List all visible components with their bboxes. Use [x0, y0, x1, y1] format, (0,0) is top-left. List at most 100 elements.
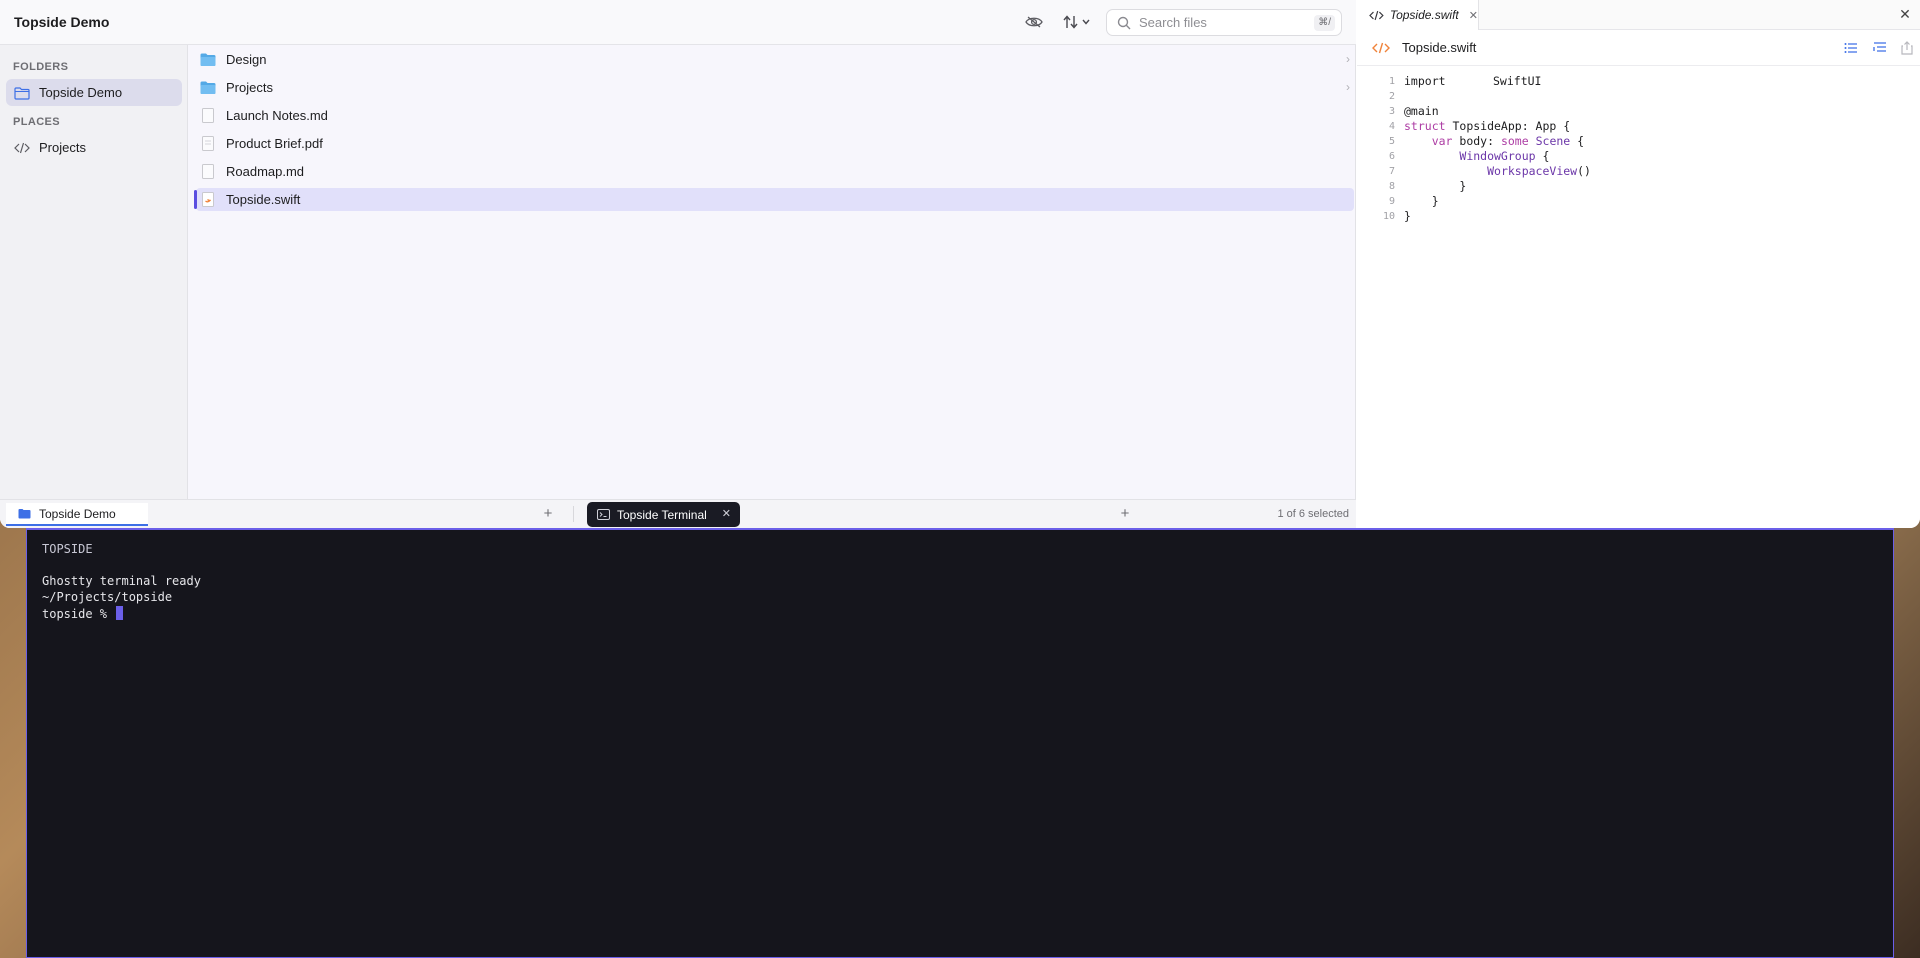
sidebar: FOLDERS Topside Demo PLACES Projects [0, 45, 188, 499]
code-brackets-icon [14, 142, 30, 153]
file-name: Projects [226, 80, 273, 95]
format-icon[interactable] [1872, 40, 1888, 56]
browser-header: Topside Demo ⌘/ [0, 0, 1356, 45]
code-line: 10} [1357, 209, 1920, 224]
file-name: Topside.swift [226, 192, 301, 207]
plus-icon: + [543, 505, 553, 522]
terminal-icon [597, 509, 610, 520]
line-number: 3 [1388, 106, 1395, 117]
code-line: 7 WorkspaceView() [1357, 164, 1920, 179]
browser-footer: Topside Demo + Topside Terminal ✕ + 1 of… [0, 499, 1356, 528]
terminal-heading: TOPSIDE [42, 542, 93, 556]
code-line: 6 WindowGroup { [1357, 149, 1920, 164]
terminal-output-line: Ghostty terminal ready [42, 574, 201, 588]
sort-arrows-icon [1062, 15, 1078, 29]
tab-topside-swift[interactable]: Topside.swift ✕ [1357, 0, 1479, 30]
line-number: 6 [1388, 151, 1395, 162]
code-text: WindowGroup { [1459, 149, 1550, 163]
close-icon[interactable]: ✕ [1469, 9, 1478, 22]
places-section-label: PLACES [13, 116, 61, 128]
folder-icon [200, 81, 216, 94]
file-browser: Topside Demo ⌘/ FOLDERS Topside Demo PLA… [0, 0, 1356, 528]
top-window: Topside Demo ⌘/ FOLDERS Topside Demo PLA… [0, 0, 1920, 528]
code-text: } [1404, 179, 1467, 193]
code-line: 3 @main [1357, 104, 1920, 119]
file-name: Launch Notes.md [226, 108, 328, 123]
document-icon [202, 108, 214, 123]
divider [573, 506, 574, 522]
terminal-prompt: topside % [42, 607, 108, 621]
code-line: 4 struct TopsideApp: App { [1357, 119, 1920, 134]
line-number: 10 [1382, 211, 1395, 222]
close-editor-button[interactable]: ✕ [1898, 6, 1912, 23]
code-line: 8 } [1357, 179, 1920, 194]
list-icon[interactable] [1843, 40, 1859, 56]
code-line: 1 import SwiftUI [1357, 74, 1920, 89]
code-line: 5 var body: some Scene { [1357, 134, 1920, 149]
close-icon[interactable]: ✕ [722, 507, 731, 520]
file-row-design[interactable]: Design › [196, 48, 1354, 71]
folder-icon [14, 86, 30, 100]
code-brackets-icon [1369, 10, 1384, 20]
add-tab-button[interactable]: + [540, 505, 556, 522]
code-text: struct TopsideApp: App { [1404, 119, 1571, 133]
sidebar-item-topside-demo[interactable]: Topside Demo [6, 79, 182, 106]
document-icon [202, 136, 214, 151]
terminal-output-line: ~/Projects/topside [42, 590, 173, 604]
code-editor: Topside.swift ✕ ✕ Topside.swift 1 import … [1357, 0, 1920, 528]
terminal-prompt-line[interactable]: topside % [42, 606, 124, 621]
file-name: Roadmap.md [226, 164, 305, 179]
chevron-down-icon [1081, 19, 1090, 25]
terminal-pane[interactable]: TOPSIDE Ghostty terminal ready ~/Project… [26, 528, 1894, 958]
file-name: Product Brief.pdf [226, 136, 323, 151]
code-line: 9 } [1357, 194, 1920, 209]
line-number: 4 [1388, 121, 1395, 132]
sort-button[interactable] [1060, 11, 1092, 33]
search-box[interactable]: ⌘/ [1106, 9, 1342, 36]
editor-header: Topside.swift [1357, 30, 1920, 66]
file-row-projects[interactable]: Projects › [196, 76, 1354, 99]
visibility-toggle-button[interactable] [1022, 11, 1046, 33]
file-row-product-brief[interactable]: Product Brief.pdf [196, 132, 1354, 155]
document-icon [202, 164, 214, 179]
sidebar-item-projects[interactable]: Projects [6, 134, 182, 161]
code-text: var body: some Scene { [1431, 134, 1585, 148]
file-name: Design [226, 52, 267, 67]
swift-code-icon [1372, 42, 1390, 53]
sidebar-item-label: Topside Demo [39, 85, 123, 100]
swift-file-icon [202, 192, 214, 207]
editor-tab-bar: Topside.swift ✕ ✕ [1357, 0, 1920, 30]
chevron-right-icon: › [1346, 80, 1350, 94]
code-text: } [1404, 194, 1439, 208]
eye-icon [1025, 16, 1043, 28]
file-row-topside-swift[interactable]: Topside.swift [194, 188, 1354, 211]
code-text: WorkspaceView() [1487, 164, 1591, 178]
line-number: 9 [1388, 196, 1395, 207]
line-number: 1 [1388, 76, 1395, 87]
editor-file-name: Topside.swift [1402, 40, 1477, 55]
tab-topside-terminal[interactable]: Topside Terminal ✕ [587, 502, 740, 527]
tab-label: Topside Terminal [617, 507, 707, 522]
folder-icon [18, 509, 31, 519]
file-row-roadmap[interactable]: Roadmap.md [196, 160, 1354, 183]
chevron-right-icon: › [1346, 52, 1350, 66]
line-number: 8 [1388, 181, 1395, 192]
folder-icon [200, 53, 216, 66]
share-icon[interactable] [1899, 40, 1915, 56]
browser-title: Topside Demo [14, 14, 110, 30]
line-number: 7 [1388, 166, 1395, 177]
file-row-launch-notes[interactable]: Launch Notes.md [196, 104, 1354, 127]
editor-file-title: Topside.swift [1372, 40, 1476, 55]
search-input[interactable] [1139, 15, 1309, 30]
tab-label: Topside Demo [39, 506, 116, 521]
terminal-cursor [116, 606, 124, 620]
tab-label: Topside.swift [1389, 8, 1459, 22]
folders-section-label: FOLDERS [13, 61, 69, 73]
add-terminal-tab-button[interactable]: + [1117, 505, 1133, 522]
plus-icon: + [1120, 505, 1130, 522]
code-text: import [1404, 74, 1453, 88]
tab-topside-demo[interactable]: Topside Demo [6, 503, 148, 526]
code-text: @main [1404, 104, 1439, 118]
code-text: SwiftUI [1493, 74, 1542, 88]
line-number: 5 [1388, 136, 1395, 147]
